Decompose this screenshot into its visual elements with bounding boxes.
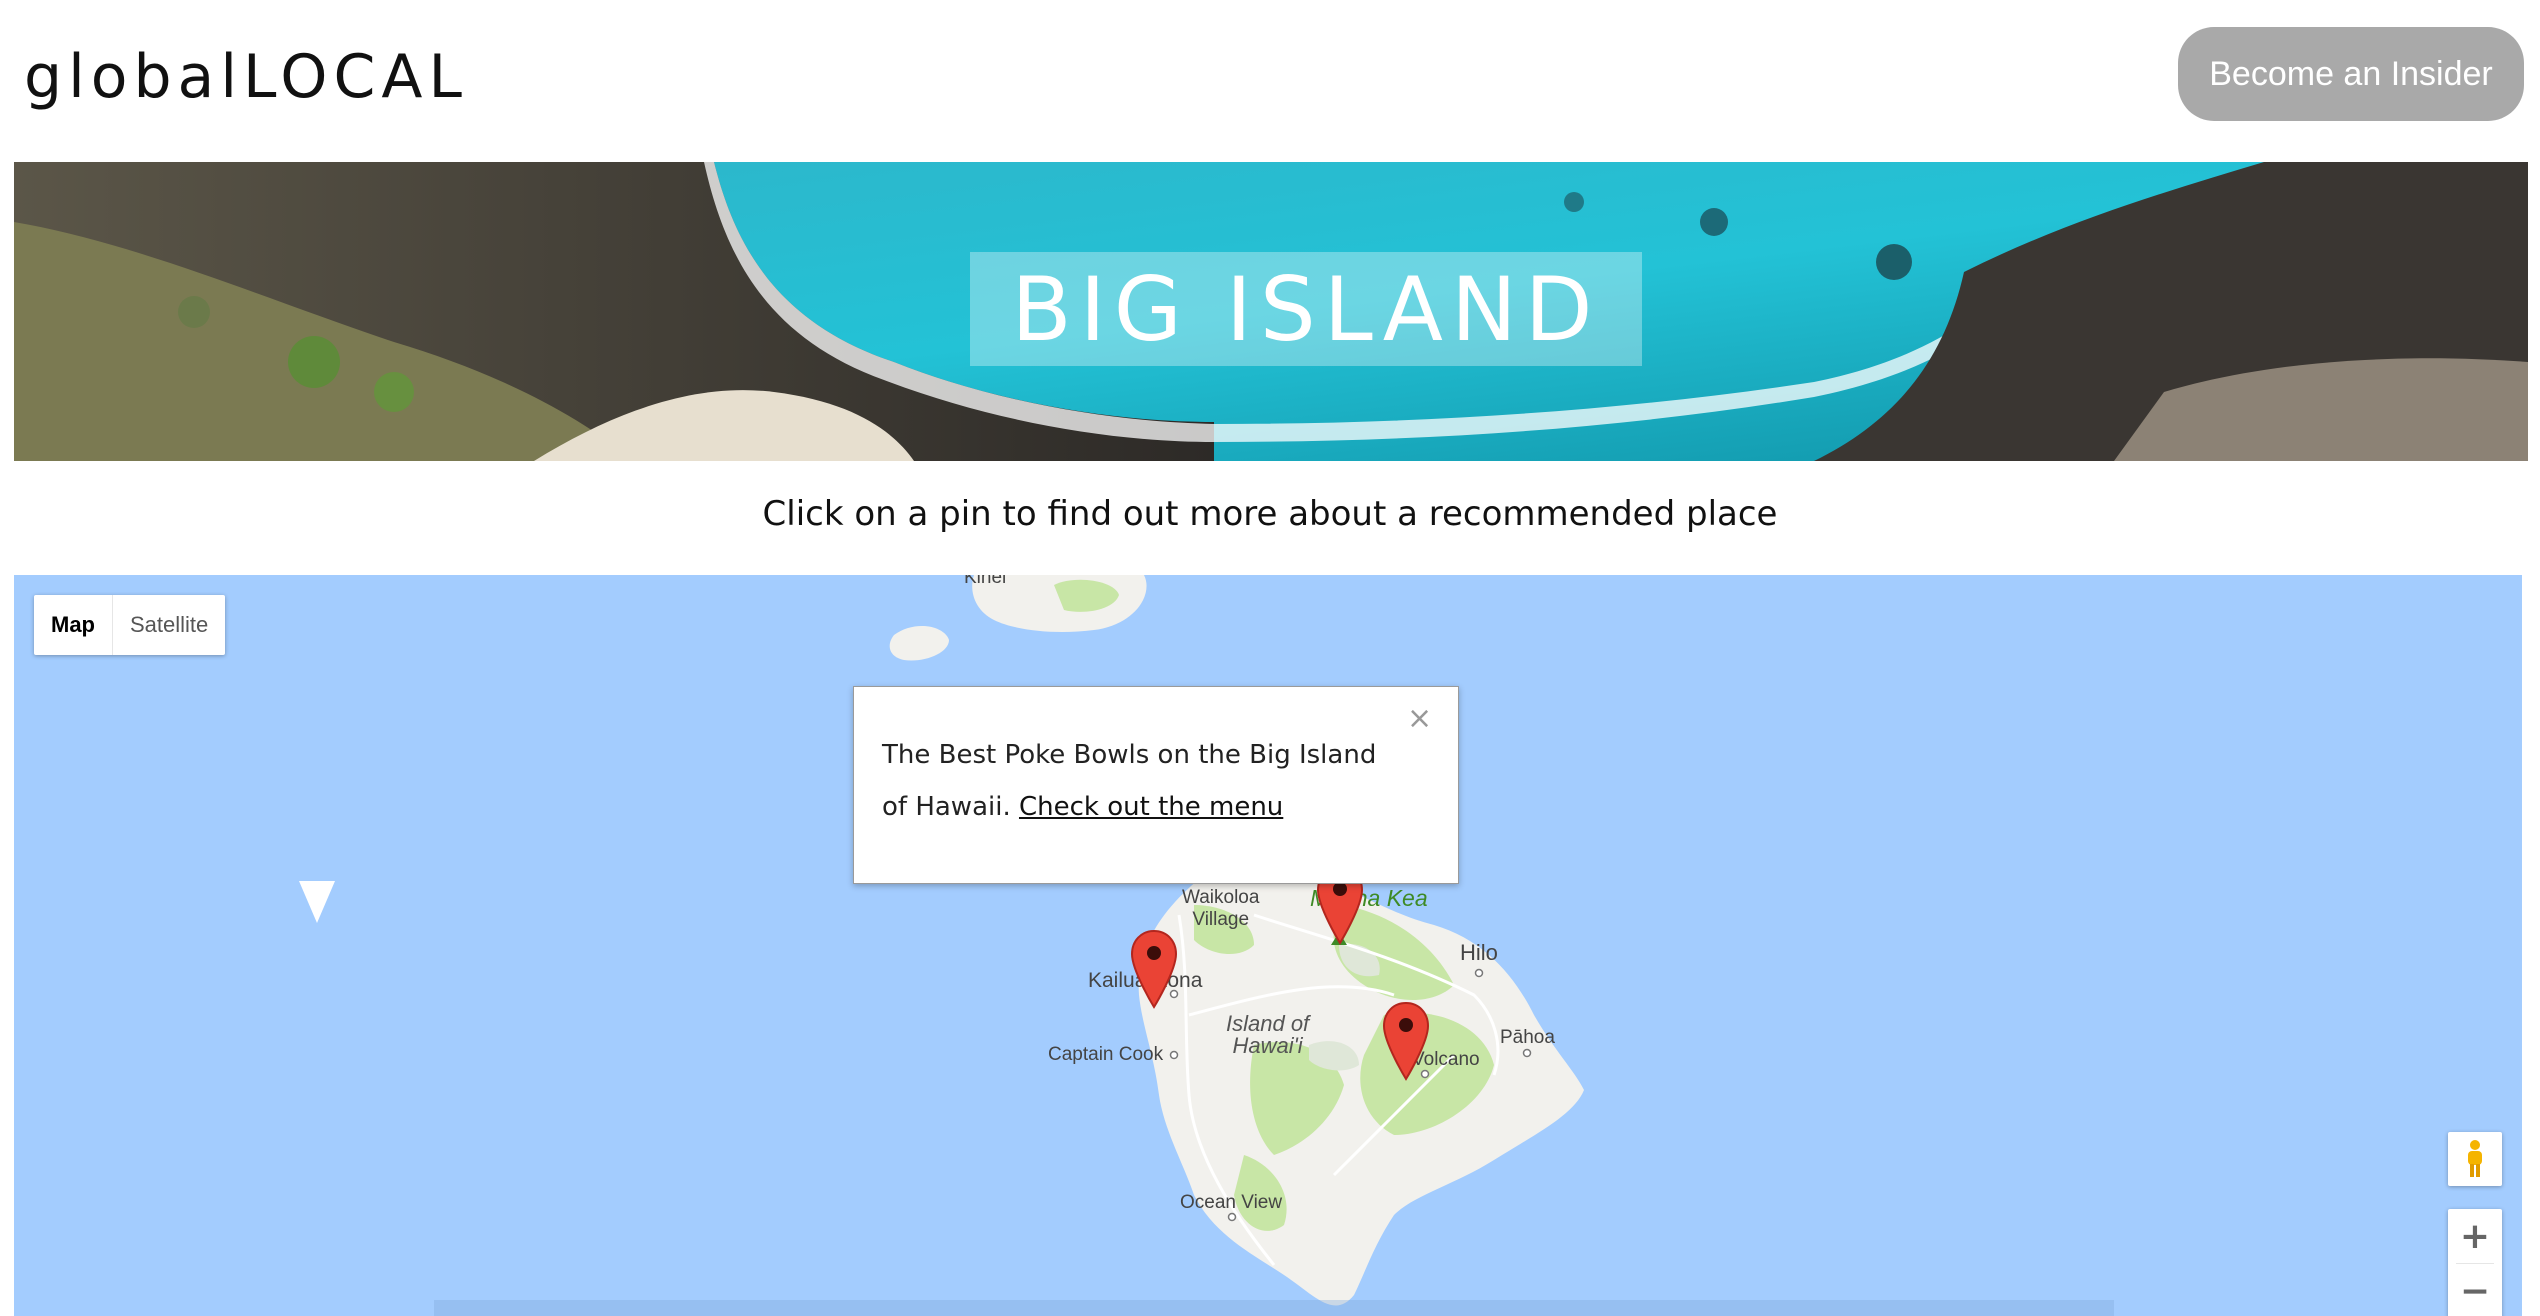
zoom-out-button[interactable]: − [2448,1264,2502,1316]
become-insider-button[interactable]: Become an Insider [2178,27,2524,121]
map-label-island-of-hawaii: Island of Hawai'i [1226,1011,1310,1058]
street-view-pegman-icon[interactable] [2448,1132,2502,1186]
map-label-pahoa: Pāhoa [1500,1027,1555,1048]
map-type-map-button[interactable]: Map [34,595,113,655]
info-window: × The Best Poke Bowls on the Big Island … [853,686,1459,884]
hero-banner: BIG ISLAND [14,162,2528,461]
map-pin-volcano[interactable] [1382,1001,1430,1081]
menu-link[interactable]: Check out the menu [1019,792,1283,822]
map-label-kihei: Kihei [964,575,1007,588]
map-instruction: Click on a pin to find out more about a … [762,494,1778,534]
close-icon[interactable]: × [1407,701,1432,736]
map-pin-kailua-kona[interactable] [1130,929,1178,1009]
zoom-in-button[interactable]: + [2448,1209,2502,1263]
site-header: globalLOCAL Become an Insider [0,0,2540,162]
map-label-hilo: Hilo [1460,940,1498,965]
zoom-control: + − [2448,1209,2502,1316]
map-label-ocean-view: Ocean View [1180,1192,1283,1213]
google-map[interactable]: Map Satellite Kihei Waikoloa Village Mau… [14,575,2522,1316]
map-label-waikoloa: Waikoloa Village [1182,887,1260,930]
info-window-tail [299,881,335,923]
map-type-satellite-button[interactable]: Satellite [113,595,225,655]
hero-title: BIG ISLAND [1011,257,1601,361]
map-type-control: Map Satellite [34,595,226,655]
info-window-text: The Best Poke Bowls on the Big Island of… [882,729,1402,833]
hero-title-box: BIG ISLAND [970,252,1642,366]
site-logo[interactable]: globalLOCAL [24,42,468,112]
map-label-captain-cook: Captain Cook [1048,1044,1164,1065]
